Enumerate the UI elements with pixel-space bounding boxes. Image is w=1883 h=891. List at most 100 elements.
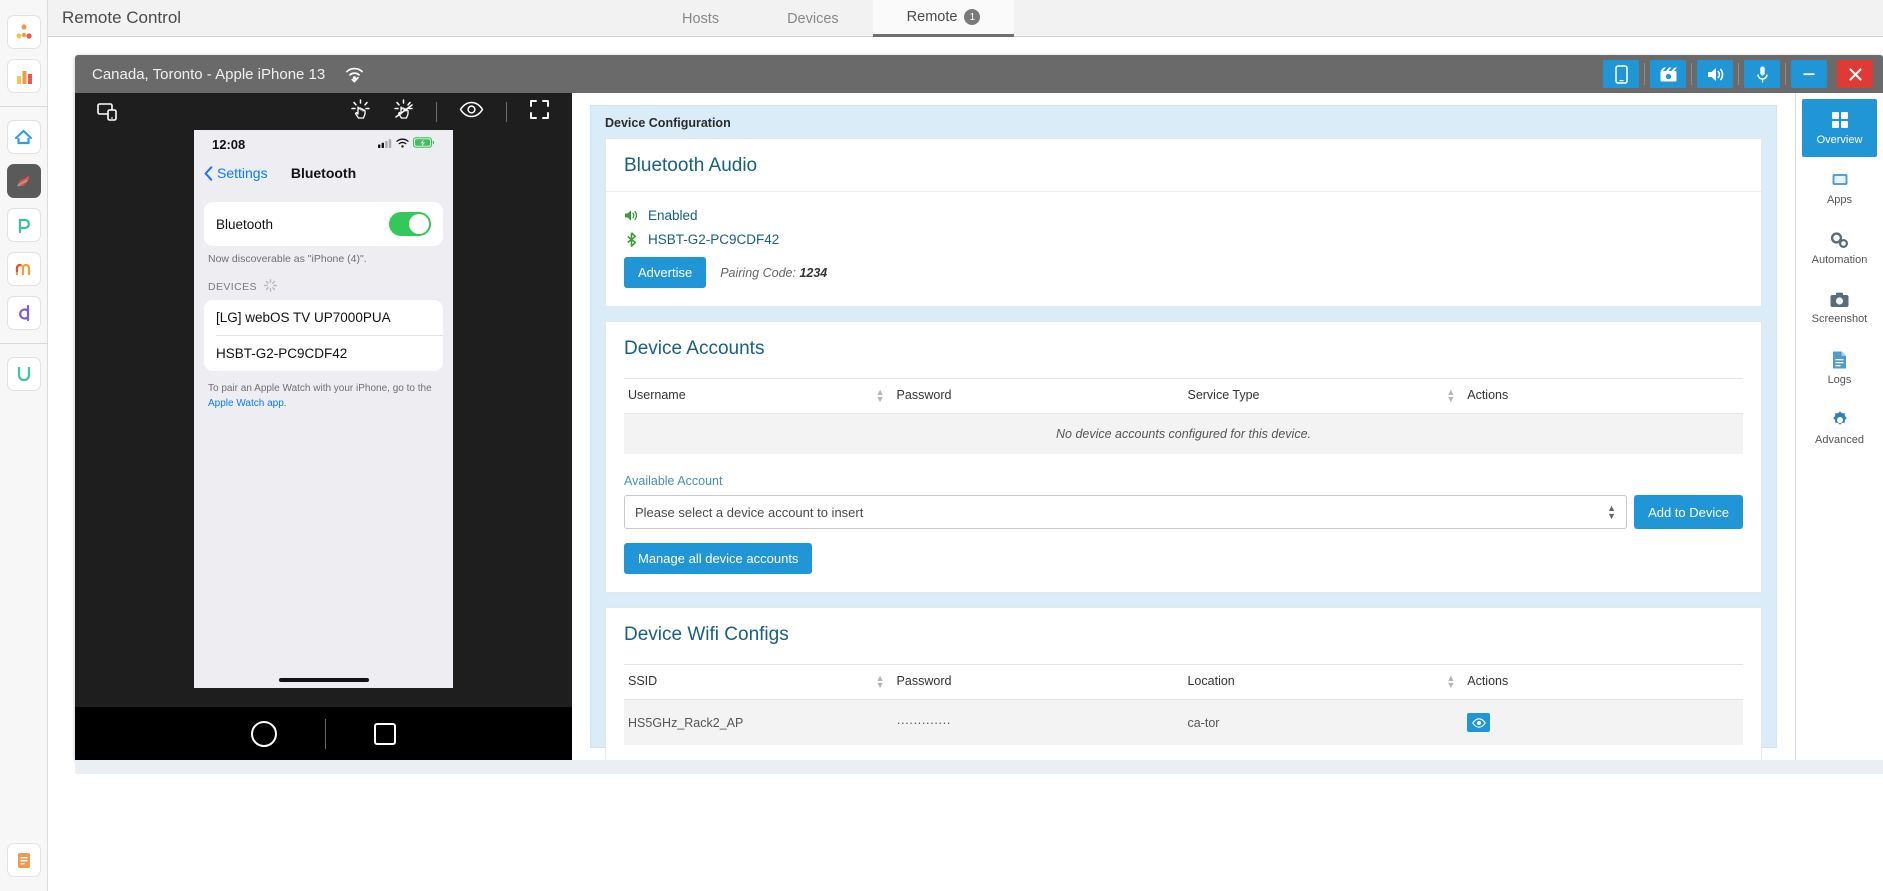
status-time: 12:08 xyxy=(212,136,246,152)
bluetooth-audio-title: Bluetooth Audio xyxy=(624,155,758,176)
bar-chart-icon[interactable] xyxy=(6,59,41,93)
spinner-icon xyxy=(264,279,277,295)
document-icon[interactable] xyxy=(6,843,41,877)
tab-devices[interactable]: Devices xyxy=(753,0,873,37)
list-item[interactable]: HSBT-G2-PC9CDF42 xyxy=(204,336,443,371)
list-item[interactable]: [LG] webOS TV UP7000PUA xyxy=(204,300,443,335)
top-tabs: Hosts Devices Remote 1 xyxy=(648,0,1015,37)
microphone-button[interactable] xyxy=(1744,60,1780,88)
sidebar-item-logs[interactable]: Logs xyxy=(1802,339,1877,397)
device-accounts-body: Username ▲ ▼ Password Service Type ▲ ▼ A… xyxy=(606,374,1761,592)
phone-footer-bar xyxy=(75,707,572,760)
p-app-icon[interactable] xyxy=(6,208,41,242)
gears-icon xyxy=(1829,230,1850,250)
apple-watch-app-link[interactable]: Apple Watch app xyxy=(208,398,284,409)
eye-icon[interactable] xyxy=(1467,713,1491,732)
phone-screen[interactable]: 12:08 Settings Bluetooth Bluetooth Now d… xyxy=(194,130,453,688)
phone-toolbar-divider-2 xyxy=(506,101,507,122)
phone-pane: 12:08 Settings Bluetooth Bluetooth Now d… xyxy=(75,93,572,760)
wifi-ssid: HS5GHz_Rack2_AP xyxy=(624,699,893,745)
device-frame-icon[interactable] xyxy=(97,102,118,121)
speaker-button[interactable] xyxy=(1697,60,1733,88)
close-button[interactable] xyxy=(1837,60,1873,88)
devices-section-header: DEVICES xyxy=(194,265,453,300)
rail-divider-2 xyxy=(0,343,48,344)
d-app-icon[interactable] xyxy=(6,296,41,330)
workspace: Canada, Toronto - Apple iPhone 13 12:08 … xyxy=(48,37,1883,891)
bluetooth-device-row: HSBT-G2-PC9CDF42 xyxy=(624,232,1743,247)
tab-remote-badge: 1 xyxy=(964,9,981,25)
chevron-updown-icon: ▲ ▼ xyxy=(1607,503,1617,521)
main-column: Remote Control Hosts Devices Remote 1 Ca… xyxy=(48,0,1883,891)
m-app-icon[interactable] xyxy=(6,252,41,286)
page-title: Remote Control xyxy=(62,8,182,27)
flame-icon[interactable] xyxy=(6,164,41,198)
column-label: Service Type xyxy=(1187,388,1260,402)
column-header-service-type[interactable]: Service Type ▲ ▼ xyxy=(1183,378,1464,414)
tap-gesture-icon[interactable] xyxy=(350,98,371,125)
available-account-select[interactable]: Please select a device account to insert… xyxy=(624,495,1628,529)
tap-gesture-disabled-icon[interactable] xyxy=(393,98,414,125)
settings-icon xyxy=(1830,410,1850,430)
sort-icon[interactable]: ▲ ▼ xyxy=(1446,388,1455,404)
column-label: Username xyxy=(628,388,686,402)
manage-device-accounts-button[interactable]: Manage all device accounts xyxy=(624,543,813,574)
phone-nav-bar: Settings Bluetooth xyxy=(194,158,453,188)
sidebar-item-overview[interactable]: Overview xyxy=(1802,99,1877,157)
column-header-password[interactable]: Password xyxy=(892,664,1184,700)
column-header-username[interactable]: Username ▲ ▼ xyxy=(624,378,893,414)
device-wifi-configs-panel: Device Wifi Configs SSID ▲ ▼ Password Lo… xyxy=(605,607,1762,760)
column-label: Password xyxy=(896,674,952,688)
org-chart-icon[interactable] xyxy=(6,15,41,49)
wifi-location: ca-tor xyxy=(1183,699,1464,745)
eye-icon[interactable] xyxy=(459,101,484,123)
video-record-button[interactable] xyxy=(1650,60,1686,88)
app-rail xyxy=(0,0,48,891)
phone-footer-divider xyxy=(325,718,326,749)
sort-icon[interactable]: ▲ ▼ xyxy=(876,388,885,404)
tab-remote[interactable]: Remote 1 xyxy=(872,0,1015,37)
bluetooth-toggle-row[interactable]: Bluetooth xyxy=(204,202,443,246)
column-header-password[interactable]: Password xyxy=(892,378,1184,414)
tab-remote-label: Remote xyxy=(906,9,958,25)
sidebar-item-screenshot[interactable]: Screenshot xyxy=(1802,279,1877,337)
device-wifi-configs-body: SSID ▲ ▼ Password Location ▲ ▼ Actions H… xyxy=(606,660,1761,760)
home-button[interactable] xyxy=(251,720,277,747)
speaker-icon xyxy=(624,209,639,222)
phone-toolbar xyxy=(75,93,572,130)
bluetooth-audio-panel: Bluetooth Audio Enabled HSBT-G2-PC9CDF42… xyxy=(605,138,1762,307)
column-label: Location xyxy=(1187,674,1235,688)
ctrl-divider-1 xyxy=(1644,63,1645,85)
tab-hosts[interactable]: Hosts xyxy=(648,0,753,37)
pairing-code-text: Pairing Code: 1234 xyxy=(720,266,827,280)
advertise-button[interactable]: Advertise xyxy=(624,257,707,288)
sidebar-item-apps[interactable]: Apps xyxy=(1802,159,1877,217)
add-to-device-button[interactable]: Add to Device xyxy=(1634,495,1743,529)
device-window-title: Canada, Toronto - Apple iPhone 13 xyxy=(92,65,326,83)
column-header-location[interactable]: Location ▲ ▼ xyxy=(1183,664,1464,700)
minimize-button[interactable] xyxy=(1791,60,1827,88)
apps-icon xyxy=(1830,170,1850,190)
bluetooth-toggle-switch[interactable] xyxy=(389,212,431,236)
ctrl-divider-2 xyxy=(1691,63,1692,85)
table-row[interactable]: HS5GHz_Rack2_AP ············· ca-tor xyxy=(624,699,1743,745)
sort-icon[interactable]: ▲ ▼ xyxy=(1446,674,1455,690)
status-indicators xyxy=(378,135,435,153)
u-app-icon[interactable] xyxy=(6,357,41,391)
sidebar-item-automation[interactable]: Automation xyxy=(1802,219,1877,277)
bluetooth-toggle-card: Bluetooth xyxy=(204,202,443,246)
sidebar-item-advanced[interactable]: Advanced xyxy=(1802,399,1877,457)
apple-watch-note: To pair an Apple Watch with your iPhone,… xyxy=(194,371,453,411)
config-header: Device Configuration xyxy=(605,116,731,130)
settings-back-button[interactable]: Settings xyxy=(204,165,268,181)
sort-icon[interactable]: ▲ ▼ xyxy=(876,674,885,690)
devices-section-label: DEVICES xyxy=(208,281,257,293)
window-bottom-strip xyxy=(75,760,1883,774)
battery-charging-icon xyxy=(412,135,435,153)
device-name: [LG] webOS TV UP7000PUA xyxy=(216,310,391,325)
column-header-ssid[interactable]: SSID ▲ ▼ xyxy=(624,664,893,700)
fullscreen-icon[interactable] xyxy=(529,99,550,125)
device-view-button[interactable] xyxy=(1603,60,1639,88)
square-button[interactable] xyxy=(374,722,396,745)
home-icon[interactable] xyxy=(6,120,41,154)
